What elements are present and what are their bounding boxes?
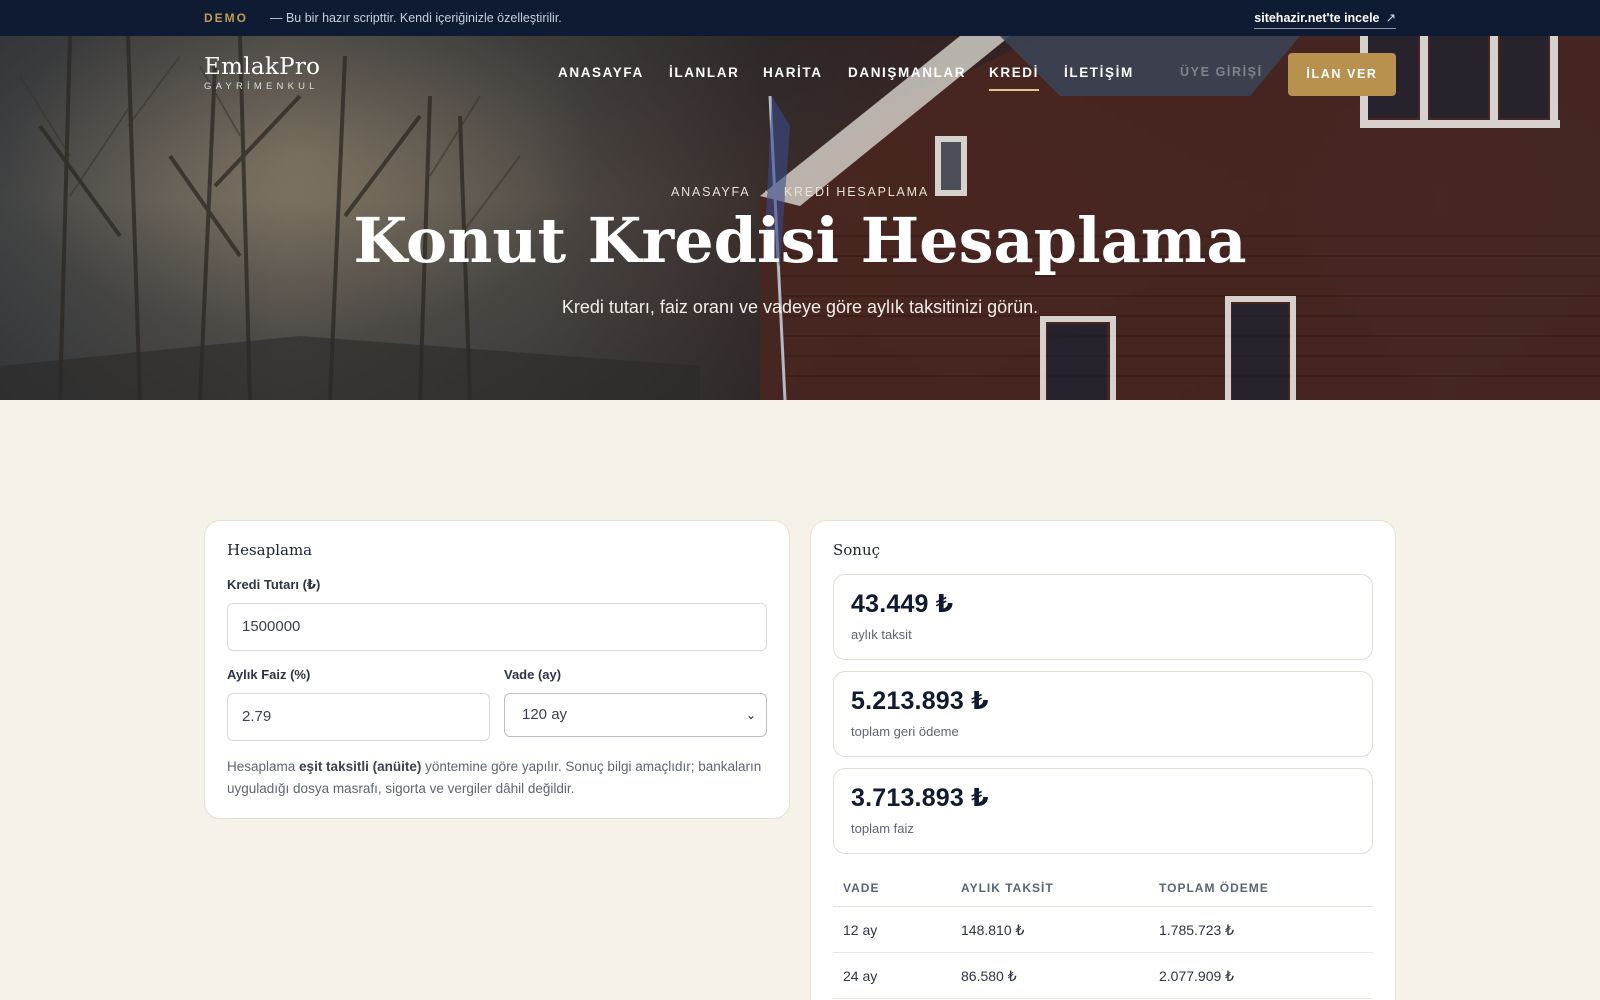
cell-monthly: 86.580 ₺ [961,968,1017,984]
monthly-payment-label: aylık taksit [851,627,912,642]
login-link[interactable]: ÜYE GİRİŞİ [1180,65,1263,79]
total-repayment-value: 5.213.893 ₺ [851,687,989,715]
result-card: Sonuç 43.449 ₺ aylık taksit 5.213.893 ₺ … [810,520,1396,1000]
nav-item-kredi[interactable]: KREDİ [989,65,1040,91]
demo-external-link[interactable]: sitehazir.net'te incele ↗ [1254,10,1396,29]
breadcrumb-current: KREDİ HESAPLAMA [783,185,930,199]
column-header-total: TOPLAM ÖDEME [1159,881,1269,895]
calculator-card: Hesaplama Kredi Tutarı (₺) 1500000 Aylık… [204,520,790,819]
loan-amount-label: Kredi Tutarı (₺) [227,577,321,592]
term-select-value: 120 ay [522,706,568,723]
loan-amount-input[interactable]: 1500000 [227,603,767,651]
column-header-monthly: AYLIK TAKSİT [961,881,1054,895]
result-title: Sonuç [833,541,881,559]
demo-tag: DEMO [204,11,248,25]
cell-term: 24 ay [843,968,878,984]
cell-term: 12 ay [843,922,878,938]
cell-total: 2.077.909 ₺ [1159,968,1235,984]
nav-item-ilanlar[interactable]: İLANLAR [669,65,739,80]
chevron-right-icon: › [764,187,770,199]
total-repayment-box: 5.213.893 ₺ toplam geri ödeme [833,671,1373,757]
nav-item-iletisim[interactable]: İLETİŞİM [1064,65,1134,80]
monthly-rate-label: Aylık Faiz (%) [227,667,311,682]
breadcrumb: ANASAYFA › KREDİ HESAPLAMA [0,185,1600,199]
column-header-term: VADE [843,881,880,895]
breadcrumb-home[interactable]: ANASAYFA [671,185,750,199]
table-row: 24 ay 86.580 ₺ 2.077.909 ₺ [833,953,1373,999]
monthly-payment-value: 43.449 ₺ [851,590,954,618]
term-select[interactable]: 120 ay ⌄ [504,693,767,737]
total-repayment-label: toplam geri ödeme [851,724,959,739]
external-arrow-icon: ↗ [1385,11,1396,25]
hero-banner: EmlakPro GAYRİMENKUL ANASAYFA İLANLAR HA… [0,36,1600,400]
note-text-bold: eşit taksitli (anüite) [299,759,422,774]
cell-total: 1.785.723 ₺ [1159,922,1235,938]
monthly-rate-input[interactable]: 2.79 [227,693,490,741]
total-interest-value: 3.713.893 ₺ [851,784,989,812]
calculator-title: Hesaplama [227,541,313,559]
demo-bar: DEMO — Bu bir hazır scripttir. Kendi içe… [0,0,1600,36]
page-subtitle: Kredi tutarı, faiz oranı ve vadeye göre … [561,297,1039,317]
brand-name: EmlakPro [204,54,321,80]
total-interest-box: 3.713.893 ₺ toplam faiz [833,768,1373,854]
demo-link-label: sitehazir.net'te incele [1254,11,1380,25]
demo-text: — Bu bir hazır scripttir. Kendi içeriğin… [270,11,562,25]
monthly-payment-box: 43.449 ₺ aylık taksit [833,574,1373,660]
total-interest-label: toplam faiz [851,821,914,836]
cell-monthly: 148.810 ₺ [961,922,1025,938]
term-comparison-table: VADE AYLIK TAKSİT TOPLAM ÖDEME 12 ay 148… [833,867,1373,999]
nav-item-anasayfa[interactable]: ANASAYFA [558,65,644,80]
nav-item-danismanlar[interactable]: DANIŞMANLAR [848,65,966,80]
note-text-start: Hesaplama [227,759,300,774]
calculation-note: Hesaplama eşit taksitli (anüite) yöntemi… [227,756,767,800]
brand-logo[interactable]: EmlakPro GAYRİMENKUL [204,54,320,92]
page-title: Konut Kredisi Hesaplama [353,204,1247,277]
brand-tagline: GAYRİMENKUL [204,81,319,92]
table-row: 12 ay 148.810 ₺ 1.785.723 ₺ [833,907,1373,953]
term-label: Vade (ay) [504,667,562,682]
nav-item-harita[interactable]: HARİTA [763,65,823,80]
post-listing-button[interactable]: İLAN VER [1288,53,1396,96]
chevron-down-icon: ⌄ [745,708,756,722]
table-header: VADE AYLIK TAKSİT TOPLAM ÖDEME [833,867,1373,907]
